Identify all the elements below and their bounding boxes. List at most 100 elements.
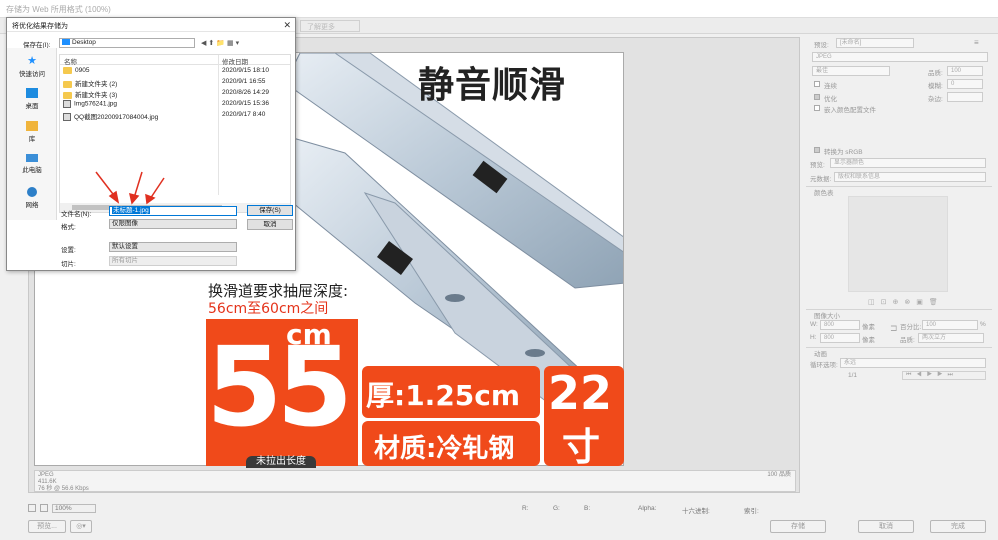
green-readout: G: — [553, 505, 560, 512]
width-input[interactable]: 800 — [820, 320, 860, 330]
image-file-icon — [63, 100, 71, 108]
preset-select[interactable]: [未命名] — [836, 38, 914, 48]
column-date[interactable]: 修改日期 — [222, 56, 248, 66]
folder-select[interactable]: Desktop — [59, 38, 195, 48]
optimized-label: 优化 — [824, 96, 837, 103]
height-input[interactable]: 800 — [820, 333, 860, 343]
preview-button[interactable]: 预览... — [28, 520, 66, 533]
zoom-out-icon[interactable] — [28, 504, 36, 512]
animation-header: 动画 — [806, 347, 992, 358]
file-date: 2020/9/15 15:36 — [222, 100, 269, 107]
dialog-cancel-button[interactable]: 取消 — [247, 219, 293, 230]
file-row[interactable]: 0905 2020/9/15 18:10 — [60, 67, 290, 78]
file-row[interactable]: 新建文件夹 (2) 2020/9/1 16:55 — [60, 78, 290, 89]
place-label: 网络 — [25, 202, 39, 209]
file-name: 0905 — [75, 67, 90, 75]
nav-toolbar[interactable]: ◀⬆📁▦▾ — [201, 39, 241, 47]
metadata-select[interactable]: 版权和联系信息 — [834, 172, 986, 182]
dialog-save-button[interactable]: 保存(S) — [247, 205, 293, 216]
done-button[interactable]: 完成 — [930, 520, 986, 533]
file-name: QQ截图20200917084004.jpg — [74, 114, 159, 121]
close-icon[interactable]: ✕ — [283, 20, 291, 31]
arrow-head — [108, 190, 120, 204]
place-network[interactable]: 网络 — [7, 187, 57, 209]
zoom-in-icon[interactable] — [40, 504, 48, 512]
color-table-tools[interactable]: ◫⊡⊕⊗▣🗑 — [868, 298, 944, 306]
inch-unit: 寸 — [562, 425, 601, 469]
desktop-icon — [62, 39, 70, 46]
convert-srgb-checkbox[interactable] — [814, 147, 820, 153]
embed-profile-checkbox[interactable] — [814, 105, 820, 111]
loop-select[interactable]: 永远 — [840, 358, 986, 368]
format-select[interactable]: 仅限图像 — [109, 219, 237, 229]
panel-menu-icon[interactable]: ≡ — [974, 38, 979, 47]
metadata-label: 元数据: — [810, 176, 832, 183]
dialog-title: 将优化结果存储为 — [7, 18, 295, 32]
save-button[interactable]: 存储 — [770, 520, 826, 533]
zoom-select[interactable]: 100% — [52, 504, 96, 513]
inch-number: 22 — [548, 366, 613, 420]
network-icon — [27, 187, 37, 197]
color-table — [848, 196, 948, 292]
material-text: 材质:冷轧钢 — [374, 434, 515, 464]
quality-preset-select[interactable]: 最佳 — [812, 66, 890, 76]
settings-panel: 预设: [未命名] ≡ JPEG 最佳 品质: 100 连续 模糊: 0 优化 … — [806, 36, 992, 496]
annotation-arrows — [95, 171, 165, 205]
index-readout: 索引: — [744, 508, 759, 515]
link-icon[interactable]: ⊐ — [890, 323, 898, 334]
folder-icon — [63, 91, 72, 99]
optimized-checkbox[interactable] — [814, 94, 820, 100]
file-date: 2020/9/17 8:40 — [222, 111, 266, 118]
file-row[interactable]: 新建文件夹 (3) 2020/8/26 14:29 — [60, 89, 290, 100]
place-this-pc[interactable]: 此电脑 — [7, 154, 57, 174]
cancel-button[interactable]: 取消 — [858, 520, 914, 533]
length-value: 55 — [206, 323, 353, 451]
convert-srgb-label: 转换为 sRGB — [824, 149, 863, 156]
place-libraries[interactable]: 库 — [7, 121, 57, 143]
window-title: 存储为 Web 所用格式 (100%) — [0, 0, 998, 18]
playback-controls[interactable]: ⏮◀▶▶⏭ — [902, 371, 986, 380]
computer-icon — [26, 154, 38, 162]
resample-select[interactable]: 两次立方 — [918, 333, 984, 343]
preview-select[interactable]: 显示器颜色 — [830, 158, 986, 168]
filename-label: 文件名(N): — [61, 211, 92, 218]
place-label: 库 — [28, 136, 36, 143]
matte-select[interactable] — [947, 92, 983, 102]
blur-input[interactable]: 0 — [947, 79, 983, 89]
column-name[interactable]: 名称 — [64, 56, 77, 66]
file-row[interactable]: Img576241.jpg 2020/9/15 15:36 — [60, 100, 290, 111]
slices-select[interactable]: 所有切片 — [109, 256, 237, 266]
save-dialog: 将优化结果存储为 ✕ 保存在(I): Desktop ◀⬆📁▦▾ ★ 快速访问 桌… — [6, 17, 296, 271]
info-format: JPEG — [38, 472, 54, 478]
percent-input[interactable]: 100 — [922, 320, 978, 330]
optimization-info: JPEG 411.6K 76 秒 @ 56.6 Kbps 100 品质 — [34, 470, 796, 492]
thickness-text: 厚:1.25cm — [366, 379, 521, 412]
place-desktop[interactable]: 桌面 — [7, 88, 57, 110]
format-select[interactable]: JPEG — [812, 52, 988, 62]
browser-icon[interactable]: ◎▾ — [70, 520, 92, 533]
folder-icon — [63, 67, 72, 74]
blue-readout: B: — [584, 505, 591, 512]
quality-input[interactable]: 100 — [947, 66, 983, 76]
place-label: 桌面 — [25, 103, 39, 110]
arrow-head — [129, 192, 140, 205]
preset-label: 预设: — [814, 42, 829, 49]
place-label: 快速访问 — [19, 71, 45, 78]
info-size: 411.6K — [38, 479, 57, 485]
folder-select-value: Desktop — [72, 39, 96, 46]
hex-readout: 十六进制: — [682, 508, 710, 515]
place-label: 此电脑 — [22, 167, 42, 174]
alpha-readout: Alpha: — [638, 505, 657, 512]
file-row[interactable]: QQ截图20200917084004.jpg 2020/9/17 8:40 — [60, 111, 290, 122]
height-label: H: — [810, 334, 817, 341]
matte-label: 杂边: — [928, 96, 943, 103]
place-quick-access[interactable]: ★ 快速访问 — [7, 56, 57, 79]
settings-select[interactable]: 默认设置 — [109, 242, 237, 252]
progressive-checkbox[interactable] — [814, 81, 820, 87]
arrow-head — [145, 193, 156, 205]
frame-counter: 1/1 — [848, 372, 858, 379]
red-readout: R: — [522, 505, 529, 512]
learn-more-button[interactable]: 了解更多 — [300, 20, 360, 32]
places-bar: ★ 快速访问 桌面 库 此电脑 网络 — [7, 48, 57, 220]
file-list-header: 名称 修改日期 — [60, 55, 290, 66]
